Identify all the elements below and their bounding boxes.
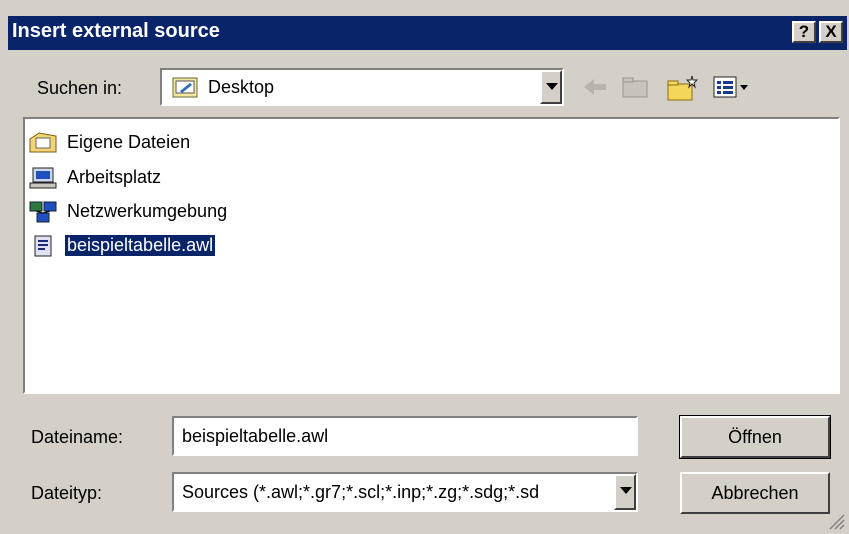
filetype-dropdown[interactable]: Sources (*.awl;*.gr7;*.scl;*.inp;*.zg;*.… <box>172 472 638 512</box>
filename-value: beispieltabelle.awl <box>182 426 329 446</box>
help-button[interactable]: ? <box>792 21 816 43</box>
awl-file-icon <box>34 235 52 257</box>
my-computer-icon <box>29 167 57 189</box>
resize-grip-icon[interactable] <box>827 512 845 530</box>
my-documents-icon <box>29 132 57 153</box>
look-in-dropdown[interactable]: Desktop <box>160 68 564 106</box>
title-bar[interactable]: Insert external source ? X <box>8 16 847 50</box>
desktop-folder-icon <box>172 77 198 98</box>
back-arrow-icon[interactable] <box>580 74 610 100</box>
new-folder-icon[interactable] <box>666 74 700 102</box>
cancel-button[interactable]: Abbrechen <box>680 472 830 514</box>
view-menu-icon[interactable] <box>712 74 752 100</box>
filetype-value: Sources (*.awl;*.gr7;*.scl;*.inp;*.zg;*.… <box>182 482 540 502</box>
filetype-label: Dateityp: <box>31 483 103 503</box>
file-dialog: Insert external source ? X Suchen in: De… <box>0 0 849 534</box>
file-name: beispieltabelle.awl <box>65 235 216 256</box>
window-title: Insert external source <box>12 20 220 42</box>
look-in-value: Desktop <box>208 77 275 97</box>
file-name: Eigene Dateien <box>67 132 191 152</box>
close-button[interactable]: X <box>819 21 843 43</box>
filename-input[interactable]: beispieltabelle.awl <box>172 416 638 456</box>
network-icon <box>29 201 57 223</box>
open-button[interactable]: Öffnen <box>679 415 831 459</box>
file-name: Arbeitsplatz <box>67 167 162 187</box>
file-name: Netzwerkumgebung <box>67 201 228 221</box>
file-list[interactable]: Eigene Dateien Arbeitsplatz Netzwerkumge… <box>23 117 840 394</box>
chevron-down-icon[interactable] <box>614 474 636 510</box>
look-in-label: Suchen in: <box>37 78 123 98</box>
up-folder-icon[interactable] <box>620 74 650 100</box>
filename-label: Dateiname: <box>31 427 124 447</box>
chevron-down-icon[interactable] <box>540 70 562 104</box>
